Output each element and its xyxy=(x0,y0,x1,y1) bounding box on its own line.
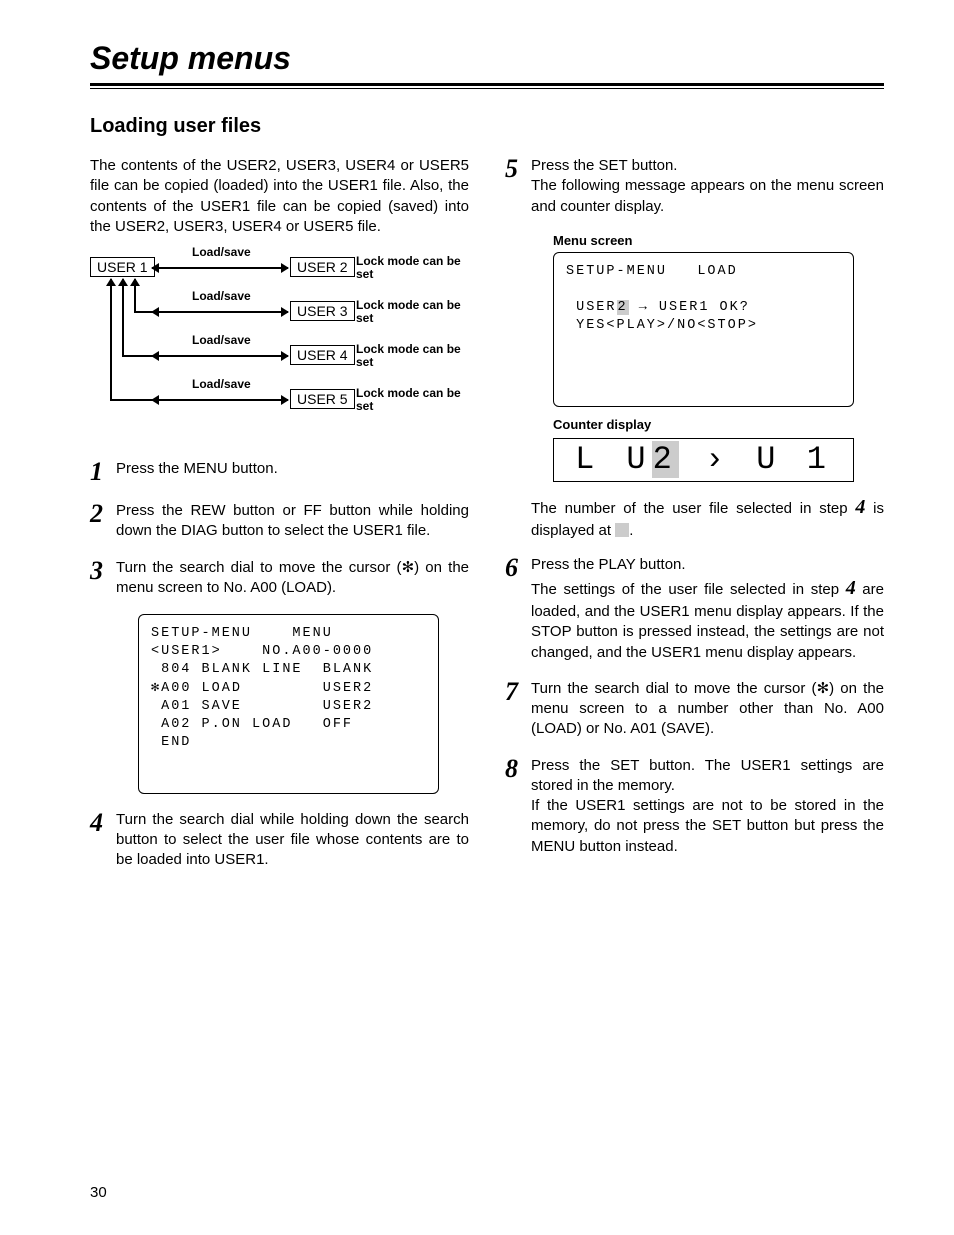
hline-4 xyxy=(110,399,152,401)
loadsave-label-4: Load/save xyxy=(190,377,253,391)
lock-label-2: Lock mode can be set xyxy=(356,299,476,325)
counter-display: L U2 › U 1 xyxy=(553,438,854,482)
step-1: 1 Press the MENU button. xyxy=(90,459,469,485)
section-title: Loading user files xyxy=(90,115,884,138)
step-7-text: Turn the search dial to move the cursor … xyxy=(531,679,884,740)
step-7: 7 Turn the search dial to move the curso… xyxy=(505,679,884,740)
step-1-num: 1 xyxy=(90,459,116,485)
step-3: 3 Turn the search dial to move the curso… xyxy=(90,558,469,599)
step-6: 6 Press the PLAY button. The settings of… xyxy=(505,555,884,663)
hline-3 xyxy=(122,355,152,357)
menu-screen-label: Menu screen xyxy=(553,233,884,248)
step-5-text-c: The number of the user file selected in … xyxy=(531,494,884,541)
step-5: 5 Press the SET button. The following me… xyxy=(505,156,884,217)
step-6-text-a: Press the PLAY button. xyxy=(531,555,884,575)
step-3-num: 3 xyxy=(90,558,116,599)
user1-box: USER 1 xyxy=(90,257,155,277)
step-8-text-b: If the USER1 settings are not to be stor… xyxy=(531,796,884,857)
lock-label-3: Lock mode can be set xyxy=(356,343,476,369)
inline-step-4-ref-a: 4 xyxy=(855,496,865,518)
title-rule xyxy=(90,83,884,89)
step-5-text-a: Press the SET button. xyxy=(531,156,884,176)
user4-box: USER 4 xyxy=(290,345,355,365)
step-8-text-a: Press the SET button. The USER1 settings… xyxy=(531,756,884,797)
arrow-user5 xyxy=(152,399,288,401)
loadsave-label-2: Load/save xyxy=(190,289,253,303)
menu-screen-2: SETUP-MENU LOAD USER2 → USER1 OK? YES<PL… xyxy=(553,252,854,407)
hline-2 xyxy=(134,311,152,313)
step-8-num: 8 xyxy=(505,756,531,857)
vline-1 xyxy=(110,279,112,401)
cursor-asterisk-1: ✻ xyxy=(402,559,415,576)
lock-label-1: Lock mode can be set xyxy=(356,255,476,281)
user3-box: USER 3 xyxy=(290,301,355,321)
step-2-num: 2 xyxy=(90,501,116,542)
left-column: The contents of the USER2, USER3, USER4 … xyxy=(90,156,469,886)
vline-3 xyxy=(134,279,136,313)
page-number: 30 xyxy=(90,1184,107,1201)
step-5-text-b: The following message appears on the men… xyxy=(531,176,884,217)
menu-screen-1: SETUP-MENU MENU <USER1> NO.A00-0000 804 … xyxy=(138,614,439,794)
user-file-diagram: USER 1 USER 2 USER 3 USER 4 USER 5 Load/… xyxy=(90,251,469,441)
step-3-text: Turn the search dial to move the cursor … xyxy=(116,558,469,599)
page-title: Setup menus xyxy=(90,40,884,77)
inline-step-4-ref-b: 4 xyxy=(846,577,856,599)
intro-text: The contents of the USER2, USER3, USER4 … xyxy=(90,156,469,237)
counter-seg-arrow: › xyxy=(705,441,730,478)
loadsave-label-1: Load/save xyxy=(190,245,253,259)
counter-seg-2: U2 xyxy=(626,441,678,478)
step-4-num: 4 xyxy=(90,810,116,871)
user2-box: USER 2 xyxy=(290,257,355,277)
arrow-user4 xyxy=(152,355,288,357)
cursor-asterisk-2: ✻ xyxy=(817,680,830,697)
grey-placeholder-icon xyxy=(615,523,629,537)
step-1-text: Press the MENU button. xyxy=(116,459,278,485)
highlighted-user-num: 2 xyxy=(617,300,629,315)
right-column: 5 Press the SET button. The following me… xyxy=(505,156,884,886)
counter-seg-1: L xyxy=(575,441,600,478)
arrow-user3 xyxy=(152,311,288,313)
step-4-text: Turn the search dial while holding down … xyxy=(116,810,469,871)
step-6-text-b: The settings of the user file selected i… xyxy=(531,575,884,663)
step-2: 2 Press the REW button or FF button whil… xyxy=(90,501,469,542)
loadsave-label-3: Load/save xyxy=(190,333,253,347)
counter-seg-3: U 1 xyxy=(756,441,832,478)
step-4: 4 Turn the search dial while holding dow… xyxy=(90,810,469,871)
counter-display-label: Counter display xyxy=(553,417,884,432)
step-6-num: 6 xyxy=(505,555,531,663)
user5-box: USER 5 xyxy=(290,389,355,409)
lock-label-4: Lock mode can be set xyxy=(356,387,476,413)
step-2-text: Press the REW button or FF button while … xyxy=(116,501,469,542)
arrow-user2 xyxy=(152,267,288,269)
step-8: 8 Press the SET button. The USER1 settin… xyxy=(505,756,884,857)
vline-2 xyxy=(122,279,124,357)
step-5-num: 5 xyxy=(505,156,531,217)
step-7-num: 7 xyxy=(505,679,531,740)
